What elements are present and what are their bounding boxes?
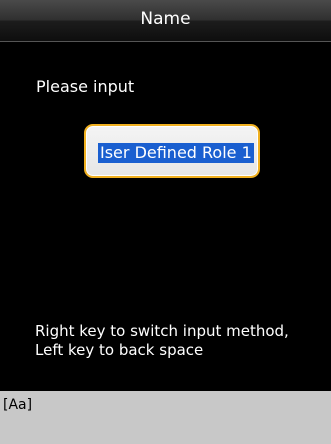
page-title: Name: [140, 9, 191, 29]
title-bar: Name: [0, 0, 331, 42]
input-method-bar: [Aa]: [0, 391, 331, 444]
input-selected-text[interactable]: Iser Defined Role 1: [98, 143, 254, 163]
hint-line-switch-method: Right key to switch input method,: [35, 322, 289, 340]
input-method-indicator[interactable]: [Aa]: [3, 397, 32, 413]
input-hint: Right key to switch input method, Left k…: [35, 322, 325, 360]
input-prompt-label: Please input: [36, 77, 135, 96]
device-screen: Name Please input Iser Defined Role 1 Ri…: [0, 0, 331, 444]
name-input-field[interactable]: Iser Defined Role 1: [84, 124, 260, 178]
hint-line-backspace: Left key to back space: [35, 341, 204, 359]
